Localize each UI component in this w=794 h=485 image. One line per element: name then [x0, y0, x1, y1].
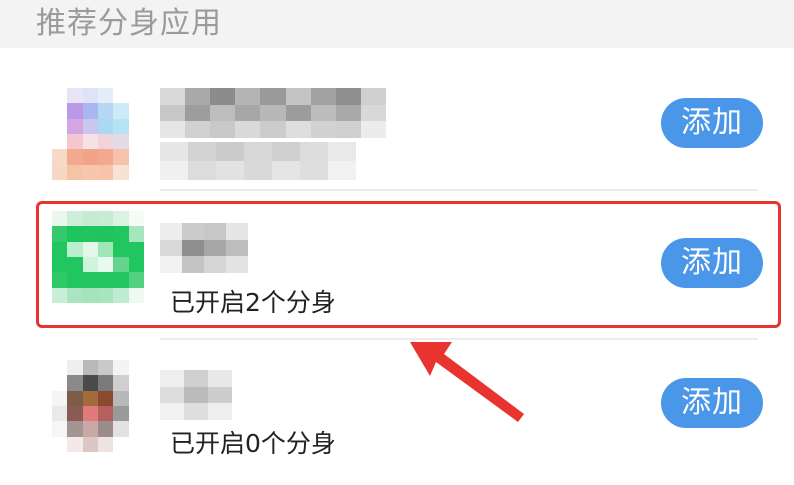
red-arrow-icon	[410, 342, 524, 422]
add-button-app-1[interactable]: 添加	[661, 98, 763, 148]
app-1-icon	[52, 88, 144, 180]
section-header: 推荐分身应用	[0, 0, 794, 48]
highlight-box	[36, 201, 781, 328]
list-item[interactable]: 添加	[0, 48, 794, 193]
app-3-name-blurred	[160, 370, 232, 420]
section-title: 推荐分身应用	[36, 6, 222, 41]
app-1-description-blurred	[160, 142, 356, 180]
app-3-icon	[52, 360, 144, 452]
app-clone-page: 推荐分身应用 添加 已开启2个分身 添加 已开启0个分身 添加	[0, 0, 794, 485]
app-1-name-blurred	[160, 88, 386, 138]
add-button-app-3[interactable]: 添加	[661, 378, 763, 428]
app-3-status: 已开启0个分身	[170, 429, 336, 458]
list-item[interactable]: 已开启0个分身 添加	[0, 338, 794, 485]
row-divider	[160, 189, 758, 191]
